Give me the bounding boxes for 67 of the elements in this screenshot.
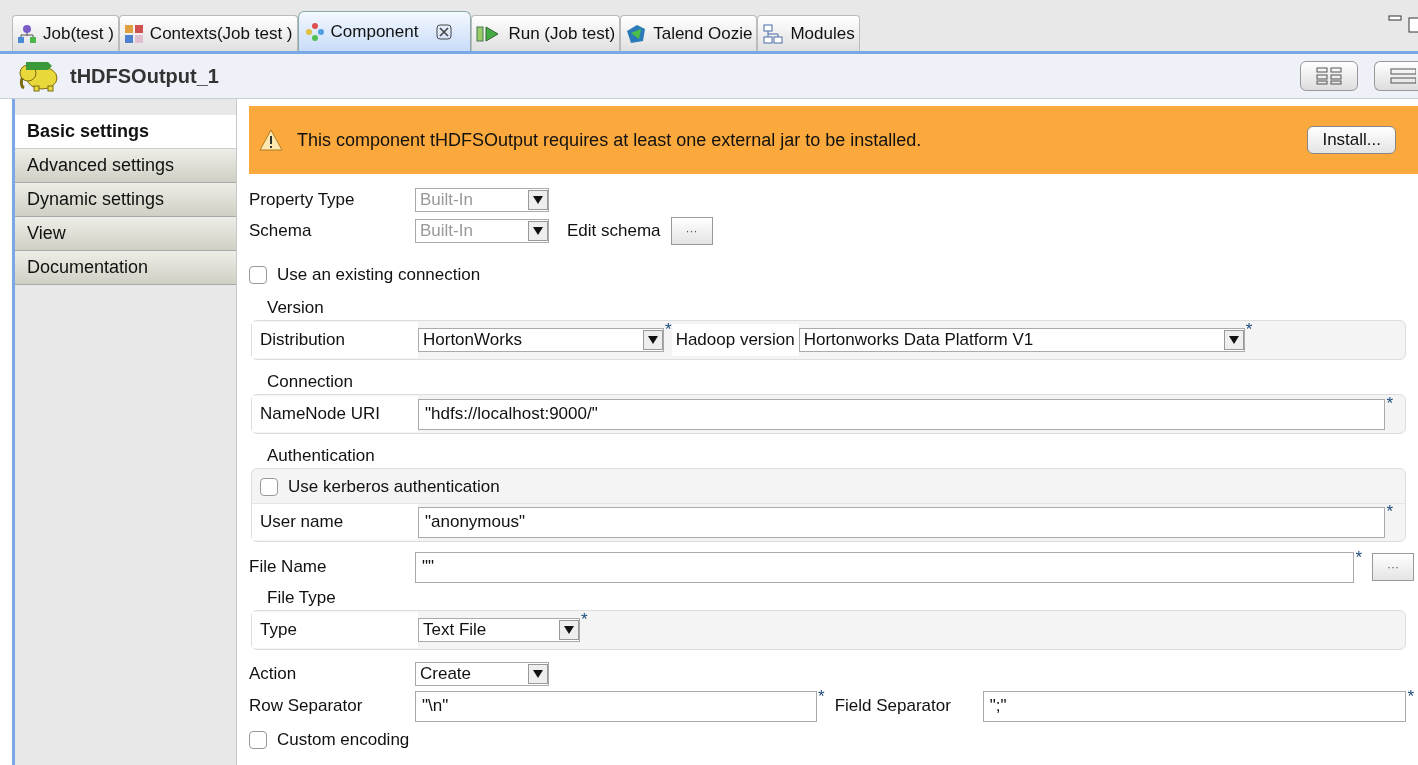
settings-tab[interactable]: Basic settings bbox=[15, 115, 236, 149]
field-label: NameNode URI bbox=[252, 396, 418, 432]
dots-icon bbox=[304, 21, 325, 42]
group-title: Version bbox=[266, 296, 325, 319]
required-mark: * bbox=[818, 689, 825, 705]
tab[interactable]: Modules bbox=[757, 15, 860, 51]
field-label: Property Type bbox=[249, 188, 356, 211]
component-title: tHDFSOutput_1 bbox=[70, 64, 219, 89]
settings-tab[interactable]: Documentation bbox=[15, 251, 236, 285]
close-icon[interactable] bbox=[436, 23, 453, 40]
grid-icon bbox=[123, 23, 144, 44]
tab[interactable]: Job(test ) bbox=[12, 15, 119, 51]
field-label: Edit schema bbox=[567, 219, 661, 242]
hierarchy-icon bbox=[17, 23, 37, 44]
required-mark: * bbox=[1386, 396, 1393, 412]
settings-tab[interactable]: Advanced settings bbox=[15, 149, 236, 183]
group-title: Authentication bbox=[266, 444, 376, 467]
dropdown[interactable]: Text File bbox=[418, 618, 580, 642]
shield-icon bbox=[625, 22, 648, 45]
maximize-icon[interactable] bbox=[1408, 17, 1418, 33]
input-field[interactable]: "" bbox=[415, 551, 1355, 583]
input-field[interactable]: "hdfs://localhost:9000/" bbox=[418, 398, 1386, 430]
field-label: Type bbox=[252, 612, 418, 648]
settings-tab[interactable]: Dynamic settings bbox=[15, 183, 236, 217]
input-field[interactable]: "anonymous" bbox=[418, 506, 1386, 538]
field-label: Action bbox=[249, 662, 298, 685]
layout-button[interactable] bbox=[1300, 61, 1358, 91]
input-field[interactable]: ";" bbox=[982, 690, 1407, 722]
input-field[interactable]: "\n" bbox=[415, 690, 817, 722]
field-label: Hadoop version bbox=[671, 324, 799, 356]
field-label: Row Separator bbox=[249, 695, 364, 718]
tree-icon bbox=[762, 22, 785, 45]
checkbox[interactable] bbox=[249, 731, 267, 749]
grid-layout-icon bbox=[1316, 67, 1342, 85]
field-label: User name bbox=[252, 504, 418, 540]
dropdown[interactable]: HortonWorks bbox=[418, 328, 664, 352]
settings-tab[interactable]: View bbox=[15, 217, 236, 251]
group-title: File Type bbox=[266, 586, 337, 609]
required-mark: * bbox=[1407, 689, 1414, 705]
field-label: Field Separator bbox=[834, 695, 952, 718]
checkbox[interactable] bbox=[260, 477, 278, 496]
required-mark: * bbox=[1355, 550, 1362, 566]
checkbox[interactable] bbox=[249, 266, 267, 284]
rows-layout-icon bbox=[1390, 67, 1416, 85]
group-title: Connection bbox=[266, 370, 354, 393]
dropdown[interactable]: Create bbox=[415, 661, 549, 686]
required-mark: * bbox=[581, 612, 588, 628]
tab[interactable]: Run (Job test) bbox=[471, 15, 621, 51]
tab[interactable]: Component bbox=[297, 11, 472, 51]
checkbox-label: Custom encoding bbox=[277, 729, 410, 752]
install-button[interactable]: Install... bbox=[1307, 126, 1396, 154]
required-mark: * bbox=[1386, 504, 1393, 520]
checkbox-label: Use an existing connection bbox=[277, 264, 481, 287]
tab[interactable]: Talend Oozie bbox=[620, 15, 758, 51]
required-mark: * bbox=[1245, 322, 1253, 338]
warning-message: This component tHDFSOutput requires at least one external jar to be installed. bbox=[297, 128, 923, 152]
dropdown[interactable]: Hortonworks Data Platform V1 bbox=[798, 328, 1245, 352]
warning-icon bbox=[259, 129, 283, 151]
field-label: Distribution bbox=[252, 322, 418, 358]
required-mark: * bbox=[665, 322, 672, 338]
checkbox-label: Use kerberos authentication bbox=[288, 475, 500, 498]
field-label: File Name bbox=[249, 556, 328, 579]
browse-button[interactable]: ··· bbox=[1372, 553, 1414, 581]
tab[interactable]: Contexts(Job test ) bbox=[118, 15, 298, 51]
layout-button[interactable] bbox=[1374, 61, 1418, 91]
minimize-icon[interactable] bbox=[1388, 15, 1402, 23]
field-label: Schema bbox=[249, 219, 313, 242]
